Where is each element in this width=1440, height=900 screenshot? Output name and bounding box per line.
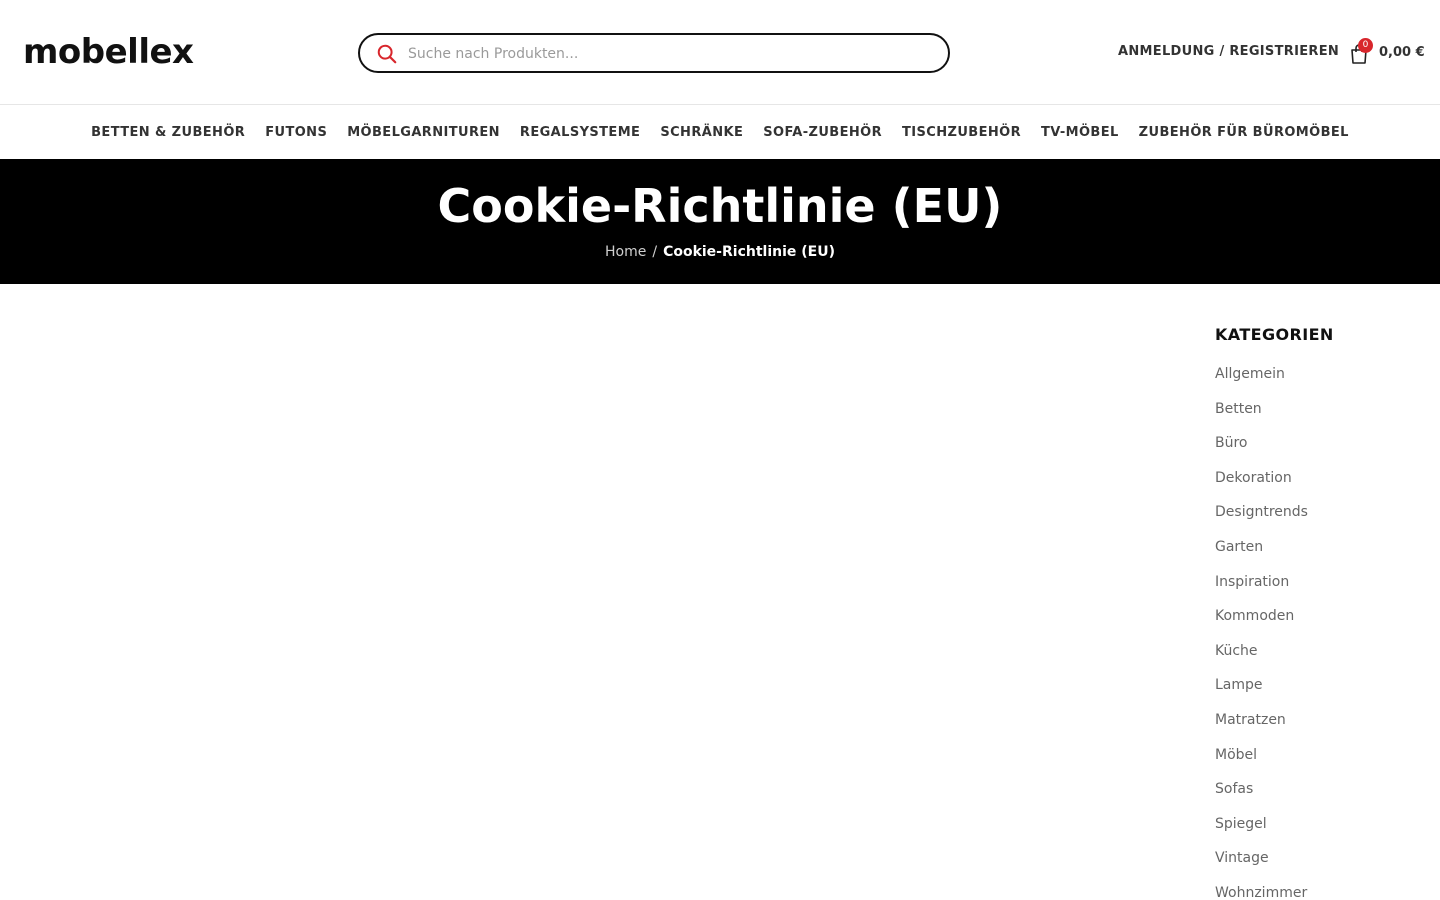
search-input[interactable]: [408, 42, 928, 66]
nav-item-betten-zubehoer[interactable]: BETTEN & ZUBEHÖR: [91, 125, 245, 140]
cart-total: 0,00 €: [1379, 45, 1425, 60]
category-link-lampe[interactable]: Lampe: [1215, 675, 1435, 695]
site-logo[interactable]: mobellex: [23, 30, 194, 74]
nav-item-moebelgarnituren[interactable]: MÖBELGARNITUREN: [347, 125, 500, 140]
category-link-vintage[interactable]: Vintage: [1215, 848, 1435, 868]
site-header: mobellex ANMELDUNG / REGISTRIEREN 0 0,00…: [0, 0, 1440, 105]
category-link-allgemein[interactable]: Allgemein: [1215, 364, 1435, 384]
category-link-inspiration[interactable]: Inspiration: [1215, 572, 1435, 592]
main-navigation: BETTEN & ZUBEHÖR FUTONS MÖBELGARNITUREN …: [0, 106, 1440, 159]
category-link-spiegel[interactable]: Spiegel: [1215, 814, 1435, 834]
breadcrumb-separator: /: [652, 244, 658, 260]
nav-item-tv-moebel[interactable]: TV-MÖBEL: [1041, 125, 1119, 140]
category-link-betten[interactable]: Betten: [1215, 399, 1435, 419]
page-title-banner: Cookie-Richtlinie (EU) Home / Cookie-Richt…: [0, 159, 1440, 284]
nav-item-futons[interactable]: FUTONS: [265, 125, 327, 140]
cart-button[interactable]: 0 0,00 €: [1350, 38, 1430, 68]
category-link-wohnzimmer[interactable]: Wohnzimmer: [1215, 883, 1435, 900]
nav-item-regalsysteme[interactable]: REGALSYSTEME: [520, 125, 640, 140]
page-title: Cookie-Richtlinie (EU): [437, 179, 1003, 233]
category-link-kommoden[interactable]: Kommoden: [1215, 606, 1435, 626]
category-link-sofas[interactable]: Sofas: [1215, 779, 1435, 799]
login-register-link[interactable]: ANMELDUNG / REGISTRIEREN: [1118, 44, 1339, 59]
breadcrumb: Home / Cookie-Richtlinie (EU): [0, 244, 1440, 260]
nav-item-sofa-zubehoer[interactable]: SOFA-ZUBEHÖR: [763, 125, 882, 140]
cart-count-badge: 0: [1358, 38, 1373, 53]
category-sidebar: KATEGORIEN Allgemein Betten Büro Dekorat…: [1215, 324, 1435, 900]
category-link-matratzen[interactable]: Matratzen: [1215, 710, 1435, 730]
search-icon[interactable]: [376, 43, 398, 65]
category-link-moebel[interactable]: Möbel: [1215, 745, 1435, 765]
category-link-dekoration[interactable]: Dekoration: [1215, 468, 1435, 488]
category-link-kueche[interactable]: Küche: [1215, 641, 1435, 661]
breadcrumb-home-link[interactable]: Home: [605, 244, 646, 260]
search-bar[interactable]: [358, 33, 950, 73]
breadcrumb-current: Cookie-Richtlinie (EU): [663, 244, 835, 260]
category-link-designtrends[interactable]: Designtrends: [1215, 502, 1435, 522]
category-list: Allgemein Betten Büro Dekoration Designt…: [1215, 364, 1435, 900]
category-link-buero[interactable]: Büro: [1215, 433, 1435, 453]
sidebar-title: KATEGORIEN: [1215, 325, 1334, 344]
nav-item-tischzubehoer[interactable]: TISCHZUBEHÖR: [902, 125, 1021, 140]
nav-item-zubehoer-bueromoebel[interactable]: ZUBEHÖR FÜR BÜROMÖBEL: [1139, 125, 1349, 140]
nav-item-schraenke[interactable]: SCHRÄNKE: [660, 125, 743, 140]
category-link-garten[interactable]: Garten: [1215, 537, 1435, 557]
